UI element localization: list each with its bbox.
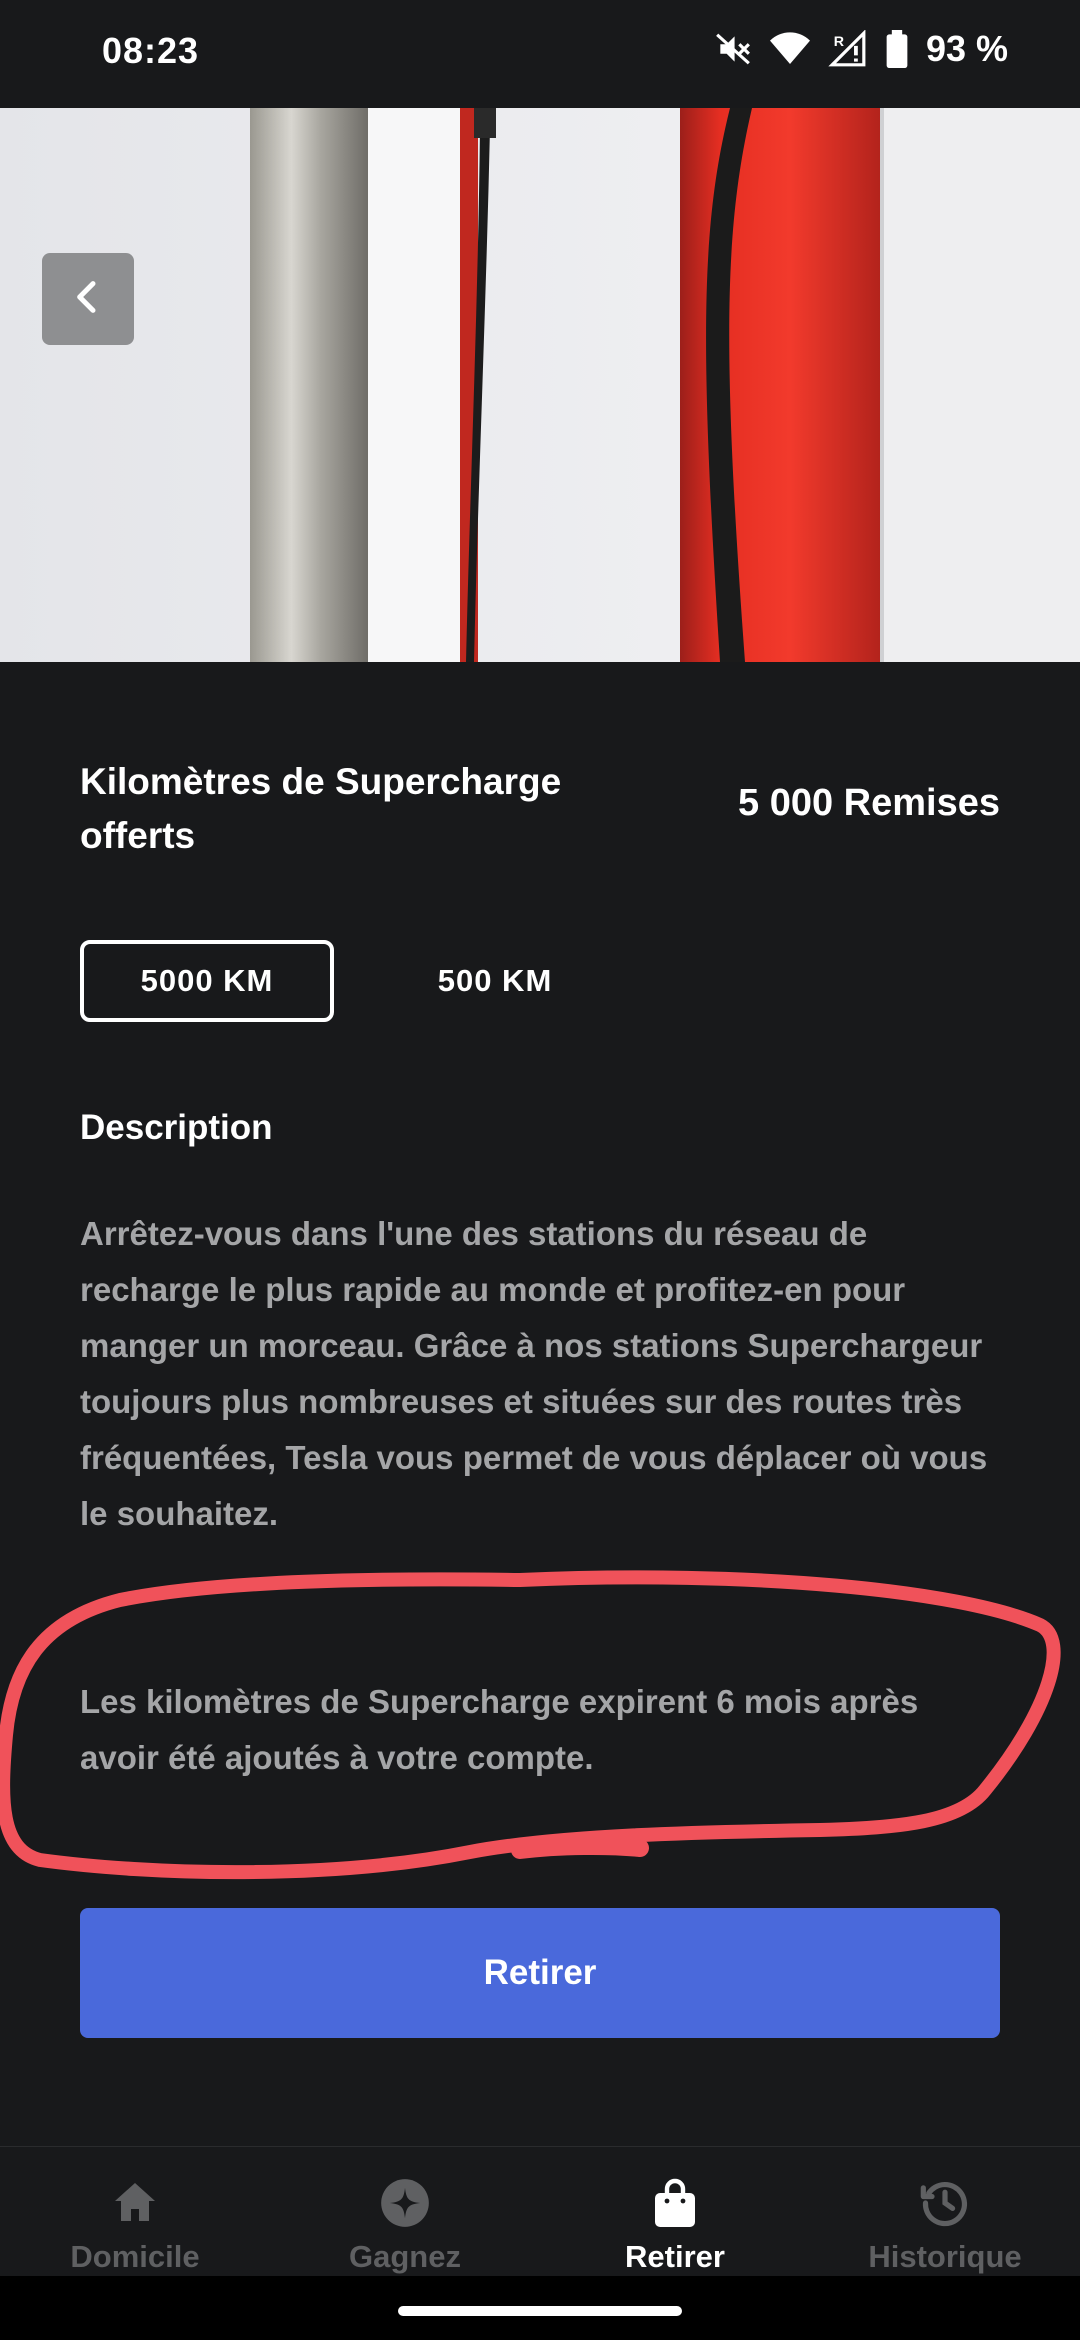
signal-icon: R [828,30,868,68]
option-500-km[interactable]: 500 KM [395,940,595,1022]
svg-text:R: R [834,34,844,50]
gesture-area [0,2276,1080,2340]
nav-item-home[interactable]: Domicile [0,2147,270,2277]
nav-label-home: Domicile [70,2239,200,2274]
product-price: 5 000 Remises [738,782,1000,824]
status-icons: R 93 % [714,28,1008,70]
status-time: 08:23 [102,30,200,71]
product-title: Kilomètres de Supercharge offerts [80,761,562,856]
bottom-nav: Domicile Gagnez Retirer Historique [0,2146,1080,2277]
nav-label-redeem: Retirer [625,2239,725,2274]
wifi-icon [769,31,810,67]
description-heading: Description [80,1108,273,1147]
battery-percentage: 93 % [925,28,1008,69]
description-text: Arrêtez-vous dans l'une des stations du … [80,1215,988,1532]
home-icon [109,2177,161,2229]
home-gesture-bar[interactable] [398,2306,682,2316]
nav-label-history: Historique [868,2239,1022,2274]
back-button[interactable] [42,253,134,345]
sparkle-icon [379,2177,431,2229]
hero-image [0,108,1080,662]
expiry-notice: Les kilomètres de Supercharge expirent 6… [80,1683,919,1776]
battery-icon [886,30,908,68]
option-5000-km[interactable]: 5000 KM [80,940,334,1022]
nav-item-earn[interactable]: Gagnez [270,2147,540,2277]
nav-item-redeem[interactable]: Retirer [540,2147,810,2277]
chevron-left-icon [68,277,108,322]
status-bar: 08:23 R 93 % [0,0,1080,108]
mute-icon [714,30,752,68]
nav-item-history[interactable]: Historique [810,2147,1080,2277]
nav-label-earn: Gagnez [349,2239,461,2274]
history-icon [919,2177,971,2229]
shopping-bag-icon [649,2177,701,2229]
redeem-button[interactable]: Retirer [80,1908,1000,2038]
supercharger-photo [0,108,1080,662]
